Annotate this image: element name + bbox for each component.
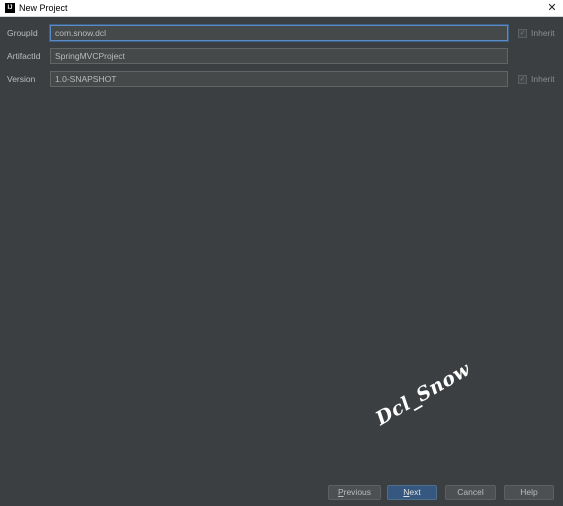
next-button[interactable]: Next [387, 485, 437, 500]
group-id-inherit-checkbox[interactable]: ✓ [518, 28, 527, 38]
title-bar: IJ New Project ✕ [0, 0, 563, 17]
intellij-app-icon: IJ [5, 3, 15, 13]
group-id-row: GroupId ✓ Inherit [0, 25, 563, 42]
previous-button[interactable]: Previous [328, 485, 381, 500]
check-icon: ✓ [519, 74, 526, 83]
group-id-input[interactable] [50, 25, 508, 41]
version-input[interactable] [50, 71, 508, 87]
help-button[interactable]: Help [504, 485, 554, 500]
cancel-button[interactable]: Cancel [445, 485, 496, 500]
group-id-inherit[interactable]: ✓ Inherit [518, 28, 555, 38]
version-label: Version [7, 74, 36, 84]
artifact-id-row: ArtifactId [0, 48, 563, 65]
close-icon[interactable]: ✕ [546, 2, 558, 14]
version-inherit-checkbox[interactable]: ✓ [518, 74, 527, 84]
previous-label-rest: revious [343, 487, 372, 497]
check-icon: ✓ [519, 28, 526, 37]
group-id-inherit-label: Inherit [531, 28, 555, 38]
group-id-label: GroupId [7, 28, 38, 38]
artifact-id-label: ArtifactId [7, 51, 41, 61]
dialog-content: GroupId ✓ Inherit ArtifactId Version ✓ I… [0, 17, 563, 506]
version-inherit-label: Inherit [531, 74, 555, 84]
version-inherit[interactable]: ✓ Inherit [518, 74, 555, 84]
artifact-id-input[interactable] [50, 48, 508, 64]
window-title: New Project [19, 3, 68, 13]
version-row: Version ✓ Inherit [0, 71, 563, 88]
next-label-rest: ext [409, 487, 421, 497]
